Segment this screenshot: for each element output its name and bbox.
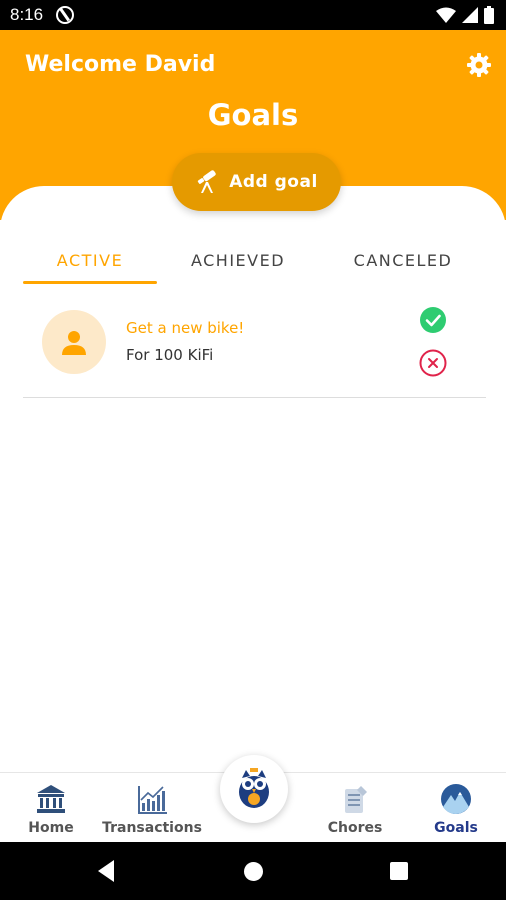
chores-icon: [345, 786, 367, 813]
system-nav-bar: [0, 842, 506, 900]
bank-icon: [37, 785, 65, 813]
signal-icon: [462, 7, 478, 23]
goal-row[interactable]: Get a new bike! For 100 KiFi: [23, 300, 486, 398]
battery-icon: [484, 6, 494, 24]
owl-mascot-icon: [239, 768, 269, 808]
active-tab-indicator: [23, 281, 157, 284]
home-circle-icon[interactable]: [244, 862, 263, 881]
tab-canceled[interactable]: CANCELED: [333, 235, 473, 285]
cancel-goal-icon[interactable]: [419, 349, 447, 377]
recents-square-icon[interactable]: [390, 862, 408, 880]
tab-active[interactable]: ACTIVE: [23, 235, 157, 285]
status-icons: [436, 6, 494, 24]
person-icon: [62, 331, 86, 355]
nav-goals-label: Goals: [434, 820, 478, 836]
notification-icon: [56, 6, 74, 24]
back-icon[interactable]: [96, 859, 116, 883]
gear-icon[interactable]: [466, 52, 492, 78]
status-time: 8:16: [10, 5, 44, 24]
add-goal-button[interactable]: Add goal: [172, 153, 341, 211]
wifi-icon: [436, 7, 456, 23]
nav-transactions-label: Transactions: [102, 820, 202, 836]
owl-button[interactable]: [220, 755, 288, 823]
page-title: Goals: [207, 98, 299, 132]
status-bar: 8:16: [0, 0, 506, 30]
welcome-text: Welcome David: [25, 52, 216, 77]
nav-transactions[interactable]: Transactions: [102, 783, 202, 841]
nav-home[interactable]: Home: [1, 783, 101, 841]
avatar: [42, 310, 106, 374]
chart-icon: [138, 786, 167, 814]
nav-home-label: Home: [28, 820, 74, 836]
tab-achieved[interactable]: ACHIEVED: [168, 235, 308, 285]
telescope-icon: [198, 170, 216, 193]
add-goal-label: Add goal: [229, 172, 318, 192]
goal-amount: For 100 KiFi: [126, 346, 214, 364]
nav-chores-label: Chores: [327, 820, 383, 836]
goal-tabs: ACTIVE ACHIEVED CANCELED: [23, 235, 486, 285]
goals-icon: [441, 784, 471, 814]
achieve-goal-icon[interactable]: [419, 306, 447, 334]
nav-chores[interactable]: Chores: [305, 783, 405, 841]
nav-goals[interactable]: Goals: [406, 783, 506, 841]
goal-name: Get a new bike!: [126, 319, 245, 337]
